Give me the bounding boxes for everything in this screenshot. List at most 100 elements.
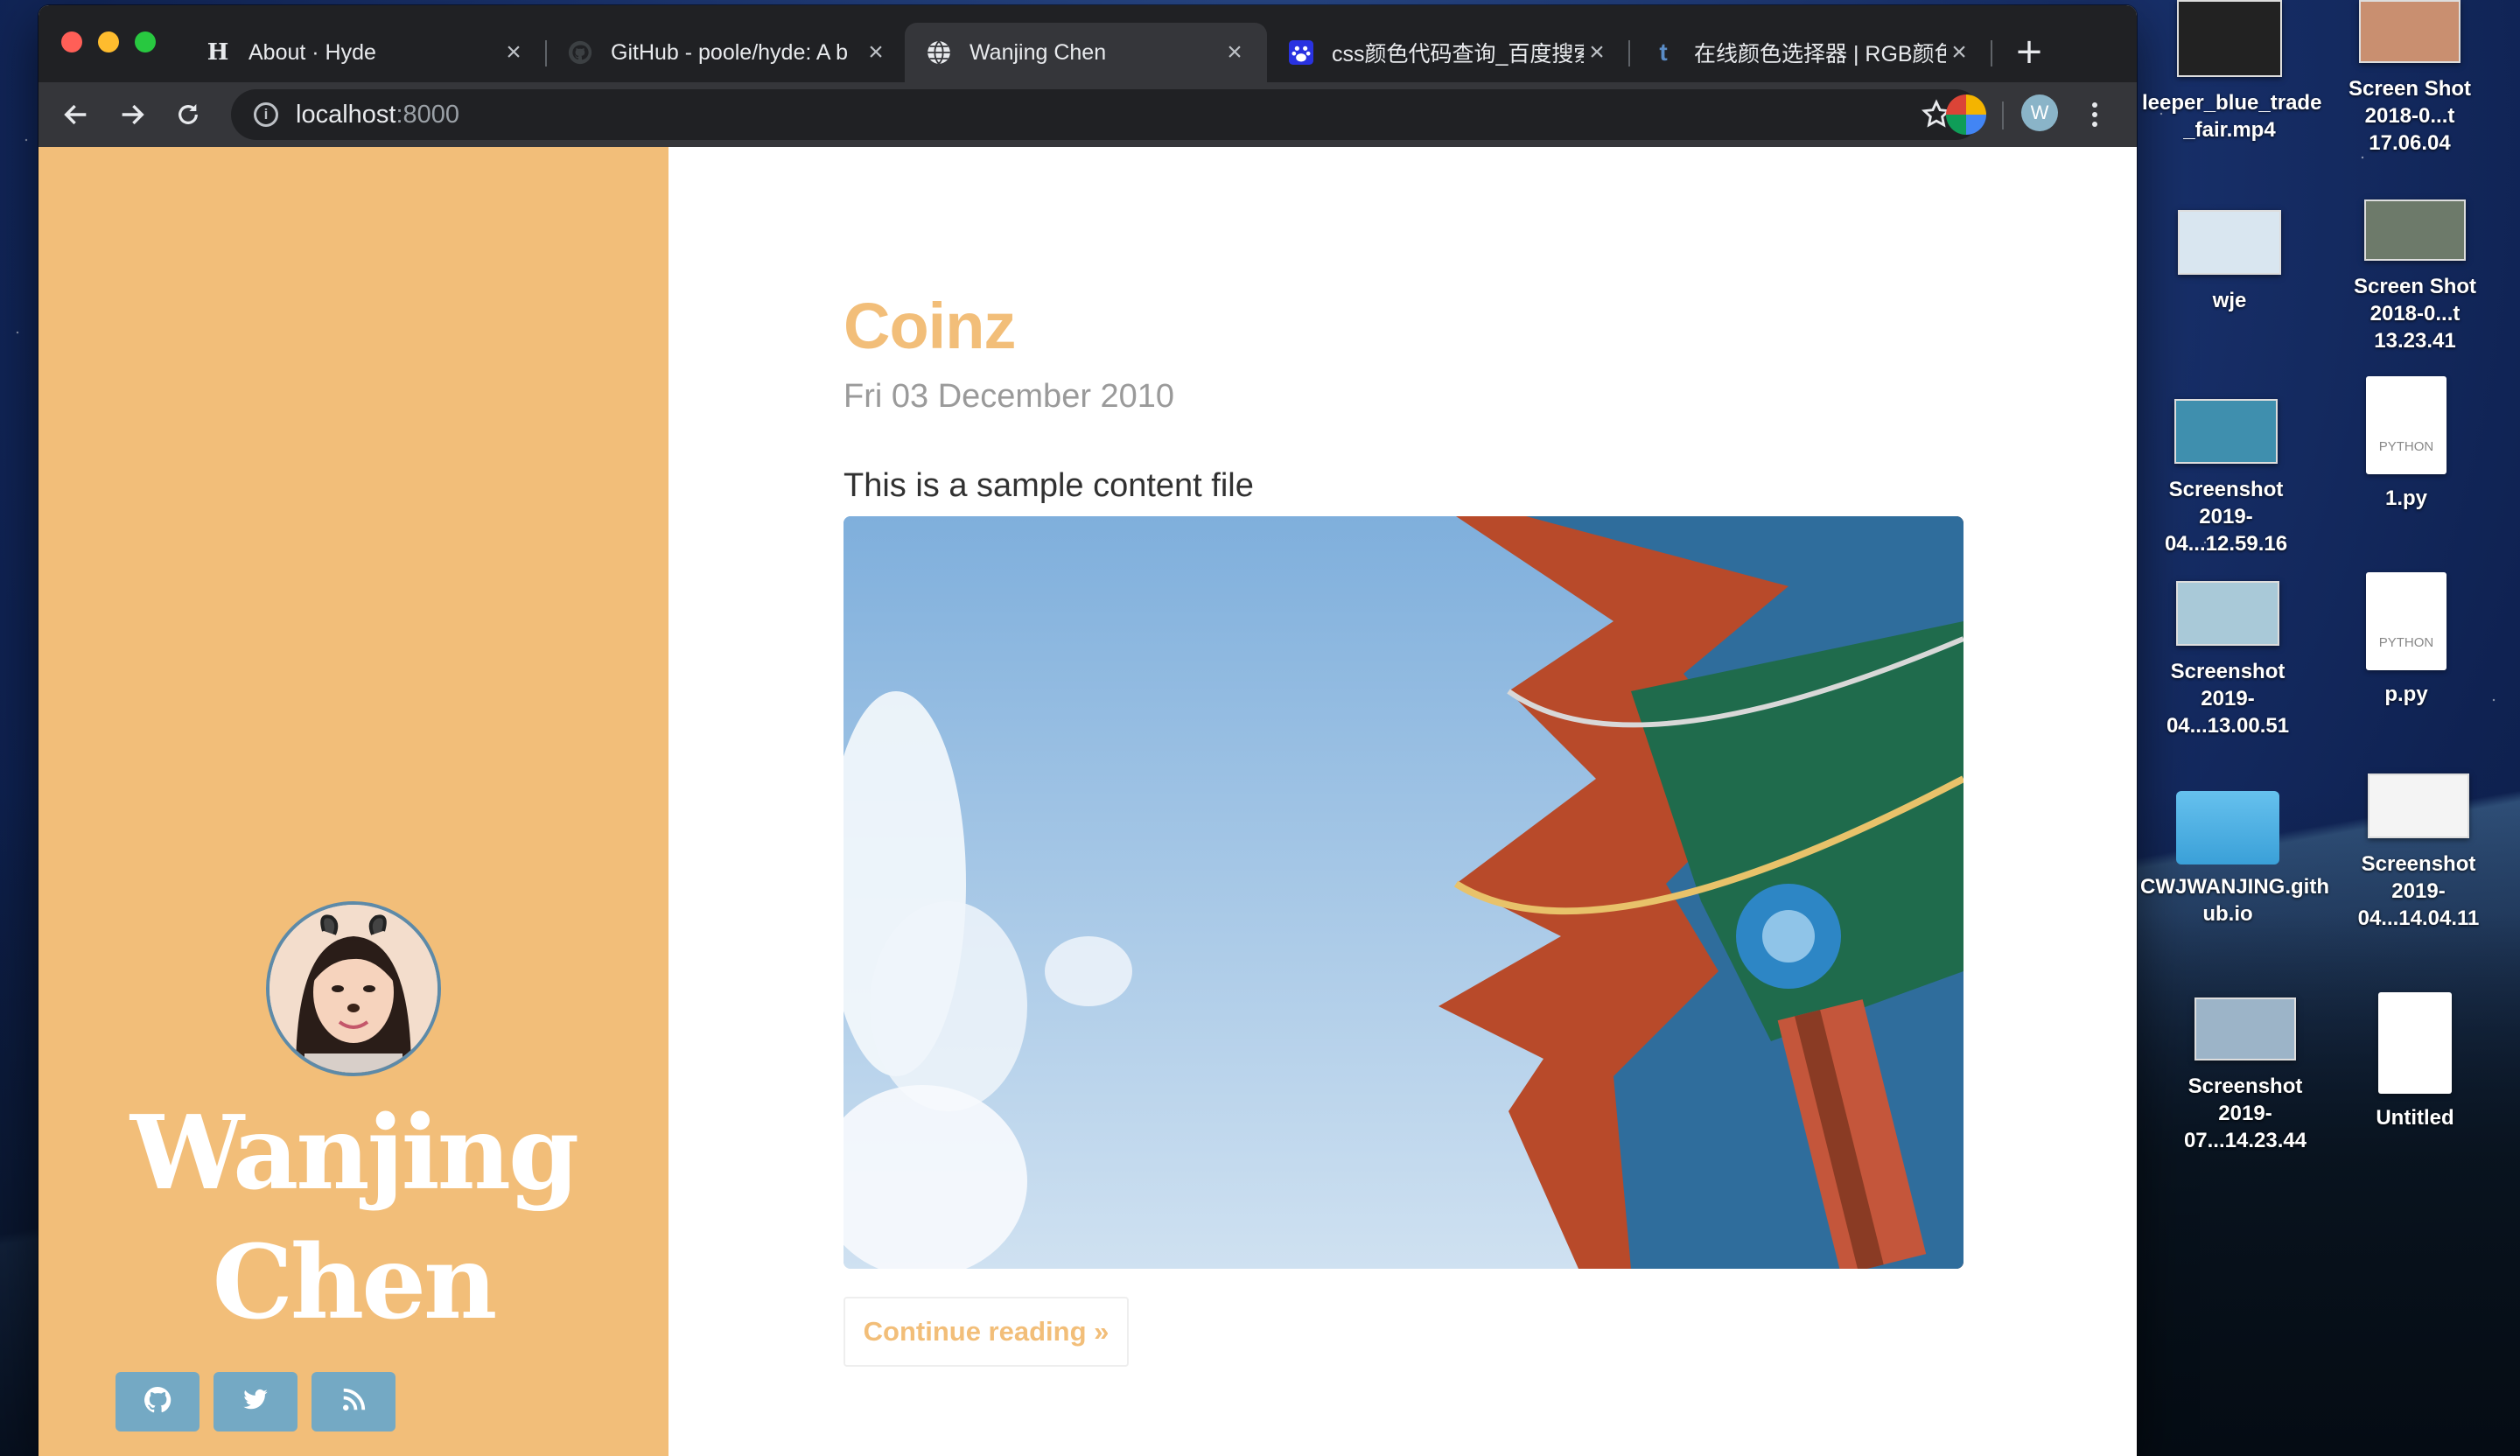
github-icon — [144, 1386, 172, 1418]
toolbar-divider — [2002, 102, 2004, 130]
zoom-window-button[interactable] — [135, 32, 156, 52]
desktop-file-python[interactable]: PYTHON p.py — [2319, 572, 2494, 708]
desktop-file-screenshot[interactable]: Screen Shot 2018-0...t 17.06.04 — [2322, 0, 2497, 157]
post-body: This is a sample content file — [844, 467, 1254, 504]
social-links — [116, 1372, 396, 1432]
profile-avatar[interactable]: W — [2021, 94, 2058, 131]
tab-title: Wanjing Chen — [970, 39, 1107, 65]
close-tab-icon[interactable]: × — [1946, 38, 1972, 67]
desktop-file-python[interactable]: PYTHON 1.py — [2319, 376, 2494, 512]
twitter-link[interactable] — [214, 1372, 298, 1432]
desktop-file-label: Untitled — [2376, 1106, 2454, 1130]
tab-divider — [1991, 40, 1992, 66]
image-thumbnail-icon — [2194, 998, 2296, 1060]
desktop-file-label: leeper_blue_trade — [2142, 91, 2322, 115]
desktop-file-label: 2018-0...t 17.06.04 — [2364, 104, 2455, 155]
reload-icon[interactable] — [166, 93, 210, 136]
tumblr-icon: t — [1659, 38, 1668, 66]
desktop-file-label: 2019-07...14.23.44 — [2183, 1102, 2307, 1152]
desktop-file-label: CWJWANJING.gith — [2140, 875, 2329, 899]
close-tab-icon[interactable]: × — [500, 38, 527, 67]
desktop-file-label: _fair.mp4 — [2183, 118, 2276, 142]
close-tab-icon[interactable]: × — [1584, 38, 1610, 67]
github-icon — [567, 39, 593, 66]
site-title[interactable]: Wanjing Chen — [38, 1088, 668, 1348]
desktop-folder[interactable]: CWJWANJING.gith ub.io — [2140, 791, 2329, 928]
browser-window: H About · Hyde × GitHub - poole/hyde: A … — [38, 5, 2137, 1456]
continue-reading-button[interactable]: Continue reading » — [844, 1297, 1129, 1367]
post-image-temple-roof — [844, 516, 1964, 1269]
browser-toolbar: i localhost:8000 W — [38, 82, 2137, 147]
tab-rgb-color-picker[interactable]: t 在线颜色选择器 | RGB颜色 × — [1629, 23, 1992, 82]
extension-icon[interactable] — [1946, 94, 1986, 135]
close-window-button[interactable] — [61, 32, 82, 52]
window-controls — [61, 32, 156, 52]
twitter-icon — [242, 1387, 270, 1417]
site-info-icon[interactable]: i — [254, 102, 278, 127]
desktop-file-label: Screenshot — [2188, 1074, 2303, 1098]
tab-css-color-baidu[interactable]: css颜色代码查询_百度搜索 × — [1267, 23, 1629, 82]
desktop-file-screenshot[interactable]: Screenshot 2019-04...13.00.51 — [2140, 581, 2315, 739]
tab-title: css颜色代码查询_百度搜索 — [1332, 42, 1584, 66]
tab-wanjing-chen[interactable]: Wanjing Chen × — [905, 23, 1267, 82]
desktop-file-label: Screen Shot — [2353, 275, 2477, 298]
desktop-file-screenshot[interactable]: Screenshot 2019-07...14.23.44 — [2158, 998, 2333, 1154]
github-link[interactable] — [116, 1372, 200, 1432]
desktop-file-label: 1.py — [2384, 486, 2428, 510]
forward-icon[interactable] — [110, 93, 154, 136]
desktop-file-video[interactable]: leeper_blue_trade _fair.mp4 — [2142, 0, 2322, 144]
browser-menu-icon[interactable] — [2077, 93, 2112, 136]
url-host: localhost — [296, 100, 396, 129]
folder-icon — [2176, 791, 2279, 864]
page-viewport: Wanjing Chen Coinz Fri 03 December 2010 … — [38, 147, 2137, 1456]
baidu-icon — [1288, 39, 1314, 66]
tab-strip: H About · Hyde × GitHub - poole/hyde: A … — [38, 5, 2137, 82]
desktop-file-label: 2019-04...13.00.51 — [2166, 687, 2290, 738]
desktop-file-label: 2019-04...12.59.16 — [2164, 505, 2288, 556]
globe-icon — [926, 39, 952, 66]
video-thumbnail-icon — [2177, 0, 2282, 77]
close-tab-icon[interactable]: × — [863, 38, 889, 67]
desktop-file-label: p.py — [2384, 682, 2428, 706]
desktop-file-screenshot[interactable]: Screenshot 2019-04...14.04.11 — [2331, 774, 2506, 932]
desktop-file-label: wje — [2212, 289, 2247, 312]
python-file-icon: PYTHON — [2366, 376, 2446, 474]
sidebar: Wanjing Chen — [38, 147, 668, 1456]
python-file-icon: PYTHON — [2366, 572, 2446, 670]
close-tab-icon[interactable]: × — [1222, 38, 1248, 67]
tab-title: GitHub - poole/hyde: A b — [611, 39, 849, 65]
desktop-file-label: Screenshot — [2361, 852, 2476, 876]
site-title-line-2: Chen — [212, 1223, 498, 1342]
desktop-file-label: Screenshot — [2168, 478, 2284, 501]
desktop-file-label: ub.io — [2202, 902, 2253, 926]
desktop-file-label: 2019-04...14.04.11 — [2357, 879, 2480, 930]
rss-link[interactable] — [312, 1372, 396, 1432]
desktop-file-screenshot[interactable]: Screenshot 2019-04...12.59.16 — [2138, 399, 2314, 557]
url-port: :8000 — [396, 100, 460, 129]
image-thumbnail-icon — [2359, 0, 2460, 63]
post-title[interactable]: Coinz — [844, 289, 1016, 363]
desktop-file-label: 2018-0...t 13.23.41 — [2370, 302, 2460, 353]
desktop-file-wje[interactable]: wje — [2142, 210, 2317, 314]
document-icon — [2378, 992, 2452, 1094]
rss-icon — [340, 1387, 367, 1417]
image-thumbnail-icon — [2174, 399, 2278, 464]
post-date: Fri 03 December 2010 — [844, 378, 1175, 415]
avatar — [266, 901, 441, 1076]
file-type-tag: PYTHON — [2378, 439, 2434, 454]
address-bar[interactable]: i localhost:8000 — [231, 89, 1981, 140]
image-thumbnail-icon — [2368, 774, 2469, 838]
desktop-file-screenshot[interactable]: Screen Shot 2018-0...t 13.23.41 — [2328, 200, 2502, 354]
tab-title: About · Hyde — [248, 39, 376, 65]
tab-github-hyde[interactable]: GitHub - poole/hyde: A b × — [546, 23, 908, 82]
minimize-window-button[interactable] — [98, 32, 119, 52]
desktop-file-untitled[interactable]: Untitled — [2328, 992, 2502, 1131]
tab-about-hyde[interactable]: H About · Hyde × — [184, 23, 546, 82]
desktop-file-label: Screenshot — [2170, 660, 2286, 683]
file-type-tag: PYTHON — [2378, 635, 2434, 650]
hyde-favicon-icon: H — [206, 39, 229, 66]
image-thumbnail-icon — [2178, 210, 2281, 275]
back-icon[interactable] — [54, 93, 98, 136]
new-tab-button[interactable]: + — [2007, 30, 2051, 74]
image-thumbnail-icon — [2364, 200, 2466, 261]
